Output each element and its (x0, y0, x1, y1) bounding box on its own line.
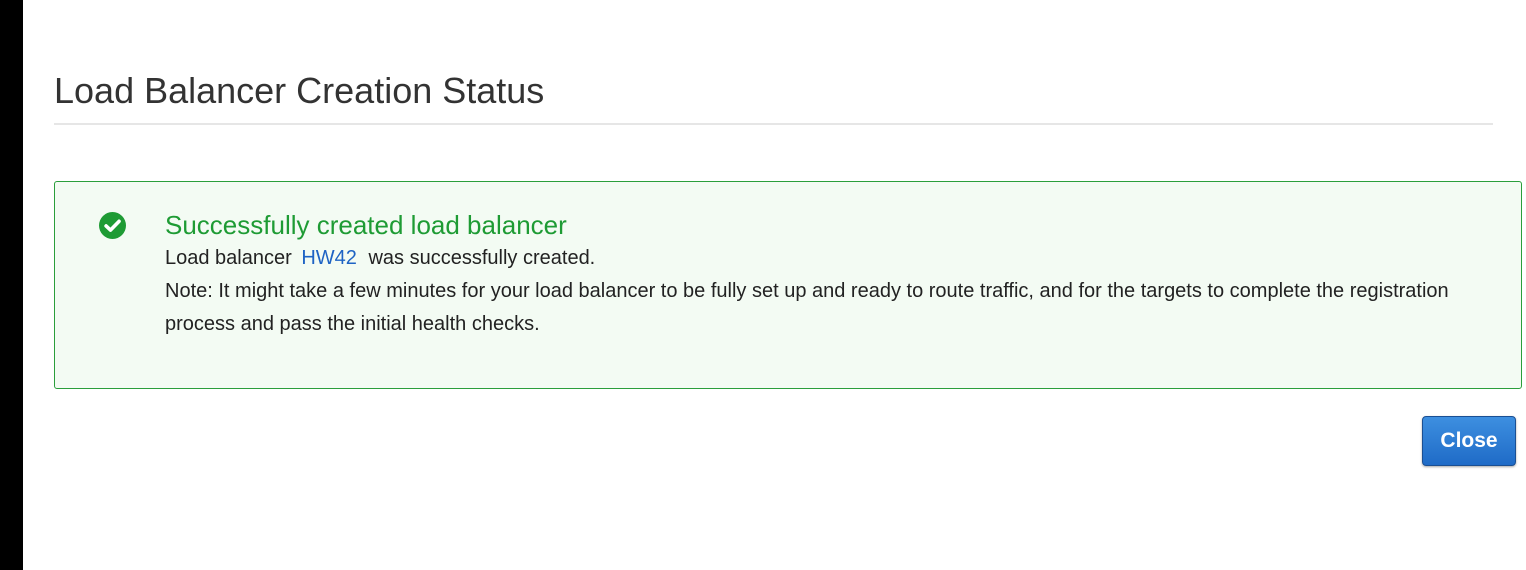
alert-body: Successfully created load balancer Load … (165, 208, 1505, 341)
page-title: Load Balancer Creation Status (54, 70, 545, 111)
close-button[interactable]: Close (1422, 416, 1516, 466)
window-left-edge (0, 0, 23, 570)
alert-heading: Successfully created load balancer (165, 210, 567, 240)
alert-message: Load balancer HW42 was successfully crea… (165, 242, 1505, 275)
load-balancer-link[interactable]: HW42 (301, 247, 357, 269)
message-suffix: was successfully created. (368, 247, 596, 269)
window-left-edge-gap (23, 0, 27, 570)
message-prefix: Load balancer (165, 247, 292, 269)
title-divider (54, 123, 1493, 125)
alert-note: Note: It might take a few minutes for yo… (165, 280, 1449, 335)
check-circle-icon (99, 212, 126, 239)
success-alert: Successfully created load balancer Load … (54, 181, 1522, 389)
creation-status-page: Load Balancer Creation Status Successful… (0, 0, 1526, 570)
